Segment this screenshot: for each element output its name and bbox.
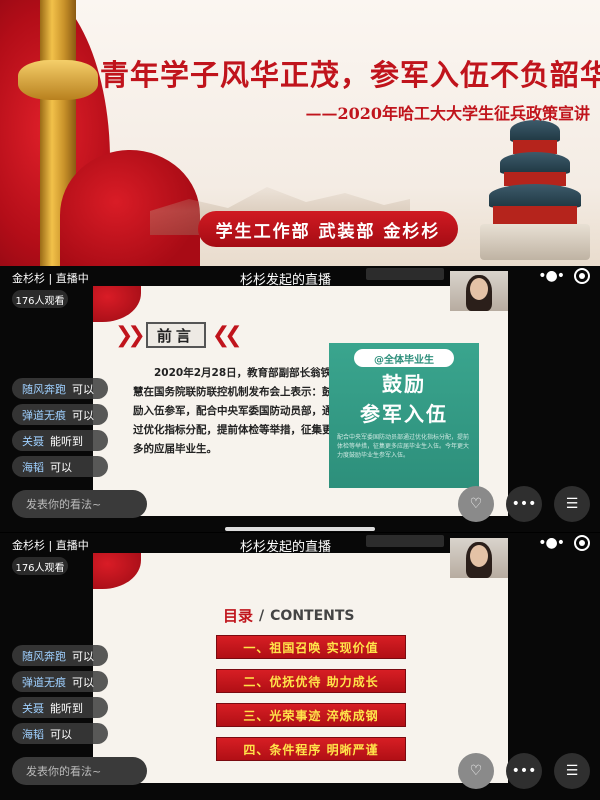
chevron-right-icon: ❯❯ bbox=[115, 322, 146, 348]
comment-user[interactable]: 关聂 bbox=[22, 433, 44, 449]
comment-input[interactable]: 发表你的看法~ bbox=[12, 757, 147, 785]
action-buttons: ♡ ••• ☰ bbox=[458, 486, 590, 522]
toc-title-en: CONTENTS bbox=[270, 607, 355, 624]
close-icon[interactable] bbox=[574, 268, 590, 284]
comment-item: 海韬 可以 bbox=[12, 723, 108, 744]
presenter-camera[interactable] bbox=[450, 538, 508, 578]
toc-separator: / bbox=[259, 607, 265, 624]
comment-text: 可以 bbox=[72, 649, 94, 663]
comment-text: 能听到 bbox=[50, 701, 83, 715]
mini-status-bar bbox=[366, 535, 444, 547]
comment-user[interactable]: 关聂 bbox=[22, 700, 44, 716]
intro-paragraph: 2020年2月28日，教育部副部长翁铁慧在国务院联防联控机制发布会上表示：鼓励入… bbox=[133, 367, 333, 455]
toc-item: 一、祖国召唤 实现价值 bbox=[216, 635, 406, 659]
comment-text: 可以 bbox=[72, 675, 94, 689]
more-icon[interactable]: ••• bbox=[506, 753, 542, 789]
banner: 青年学子风华正茂，参军入伍不负韶华 ——2020年哈工大大学生征兵政策宣讲 学生… bbox=[0, 0, 600, 266]
poster-small-text: 配合中央军委国防动员部通过优化指标分配，提前体检等举措，征集更多应届毕业生入伍。… bbox=[337, 434, 470, 459]
viewer-count: 176人观看 bbox=[12, 557, 68, 575]
viewer-count: 176人观看 bbox=[12, 290, 68, 308]
poster-image: @全体毕业生 鼓励 参军入伍 配合中央军委国防动员部通过优化指标分配，提前体检等… bbox=[329, 343, 479, 488]
comment-item: 弹道无痕 可以 bbox=[12, 671, 108, 692]
banner-title: 青年学子风华正茂，参军入伍不负韶华 bbox=[100, 58, 600, 92]
comment-input[interactable]: 发表你的看法~ bbox=[12, 490, 147, 518]
poster-line1: 鼓励 bbox=[382, 372, 426, 396]
toc-item: 三、光荣事迹 淬炼成钢 bbox=[216, 703, 406, 727]
slide-corner-decoration bbox=[93, 286, 141, 322]
comment-text: 可以 bbox=[72, 408, 94, 422]
toc-item: 二、优抚优待 助力成长 bbox=[216, 669, 406, 693]
toc-header: 目录 / CONTENTS bbox=[223, 605, 355, 626]
chevron-left-icon: ❮❮ bbox=[211, 322, 243, 348]
slide-contents: 目录 / CONTENTS 一、祖国召唤 实现价值 二、优抚优待 助力成长 三、… bbox=[93, 553, 508, 783]
comment-user[interactable]: 海韬 bbox=[22, 726, 44, 742]
more-dots-icon[interactable]: •●• bbox=[538, 535, 565, 551]
action-buttons: ♡ ••• ☰ bbox=[458, 753, 590, 789]
toc-title-zh: 目录 bbox=[223, 607, 254, 625]
comment-list: 随风奔跑 可以 弹道无痕 可以 关聂 能听到 海韬 可以 bbox=[12, 378, 108, 477]
comment-text: 可以 bbox=[50, 460, 72, 474]
like-icon[interactable]: ♡ bbox=[458, 486, 494, 522]
poster-tag: @全体毕业生 bbox=[354, 349, 454, 367]
live-panel-contents: 目录 / CONTENTS 一、祖国召唤 实现价值 二、优抚优待 助力成长 三、… bbox=[0, 533, 600, 800]
comment-item: 海韬 可以 bbox=[12, 456, 108, 477]
live-title: 杉杉发起的直播 bbox=[240, 273, 332, 288]
pillar-cap-decoration bbox=[18, 60, 98, 100]
temple-of-heaven-decoration bbox=[480, 110, 590, 260]
comment-user[interactable]: 随风奔跑 bbox=[22, 648, 66, 664]
close-icon[interactable] bbox=[574, 535, 590, 551]
section-header: ❯❯ 前言 ❮❮ bbox=[115, 322, 243, 348]
more-icon[interactable]: ••• bbox=[506, 486, 542, 522]
top-controls: •●• bbox=[538, 535, 590, 551]
top-controls: •●• bbox=[538, 268, 590, 284]
slide-corner-decoration bbox=[93, 553, 141, 589]
toc-list: 一、祖国召唤 实现价值 二、优抚优待 助力成长 三、光荣事迹 淬炼成钢 四、条件… bbox=[216, 635, 406, 761]
presenter-camera[interactable] bbox=[450, 271, 508, 311]
like-icon[interactable]: ♡ bbox=[458, 753, 494, 789]
comment-item: 弹道无痕 可以 bbox=[12, 404, 108, 425]
comment-item: 随风奔跑 可以 bbox=[12, 378, 108, 399]
comment-user[interactable]: 弹道无痕 bbox=[22, 407, 66, 423]
comment-item: 关聂 能听到 bbox=[12, 430, 108, 451]
comment-text: 能听到 bbox=[50, 434, 83, 448]
comment-user[interactable]: 弹道无痕 bbox=[22, 674, 66, 690]
poster-line2: 参军入伍 bbox=[360, 402, 448, 426]
settings-icon[interactable]: ☰ bbox=[554, 486, 590, 522]
comment-text: 可以 bbox=[50, 727, 72, 741]
comment-user[interactable]: 随风奔跑 bbox=[22, 381, 66, 397]
live-title: 杉杉发起的直播 bbox=[240, 540, 332, 555]
comment-list: 随风奔跑 可以 弹道无痕 可以 关聂 能听到 海韬 可以 bbox=[12, 645, 108, 744]
more-dots-icon[interactable]: •●• bbox=[538, 268, 565, 284]
host-status[interactable]: 金杉杉 | 直播中 bbox=[12, 537, 89, 553]
comment-text: 可以 bbox=[72, 382, 94, 396]
comment-item: 关聂 能听到 bbox=[12, 697, 108, 718]
toc-item: 四、条件程序 明晰严谨 bbox=[216, 737, 406, 761]
slide-intro: ❯❯ 前言 ❮❮ 2020年2月28日，教育部副部长翁铁慧在国务院联防联控机制发… bbox=[93, 286, 508, 516]
banner-subtitle: ——2020年哈工大大学生征兵政策宣讲 bbox=[305, 104, 590, 123]
section-title: 前言 bbox=[145, 322, 206, 348]
host-status[interactable]: 金杉杉 | 直播中 bbox=[12, 270, 89, 286]
scroll-handle[interactable] bbox=[225, 527, 375, 531]
mini-status-bar bbox=[366, 268, 444, 280]
comment-user[interactable]: 海韬 bbox=[22, 459, 44, 475]
comment-item: 随风奔跑 可以 bbox=[12, 645, 108, 666]
settings-icon[interactable]: ☰ bbox=[554, 753, 590, 789]
live-panel-intro: ❯❯ 前言 ❮❮ 2020年2月28日，教育部副部长翁铁慧在国务院联防联控机制发… bbox=[0, 266, 600, 532]
screenshot-root: 青年学子风华正茂，参军入伍不负韶华 ——2020年哈工大大学生征兵政策宣讲 学生… bbox=[0, 0, 600, 800]
banner-presenter-tag: 学生工作部 武装部 金杉杉 bbox=[198, 211, 458, 247]
